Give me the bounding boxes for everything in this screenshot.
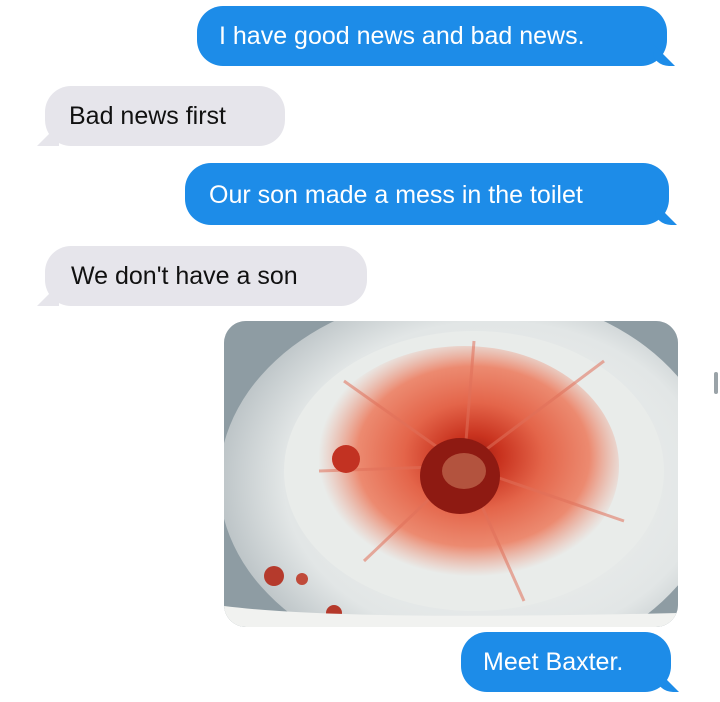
message-text: We don't have a son	[71, 262, 298, 290]
received-message-bubble[interactable]: Bad news first	[45, 86, 285, 146]
image-attachment[interactable]	[224, 321, 678, 627]
sent-message-bubble[interactable]: Our son made a mess in the toilet	[185, 163, 669, 225]
sent-message-bubble[interactable]: I have good news and bad news.	[197, 6, 667, 66]
scroll-indicator	[714, 372, 718, 394]
message-text: Meet Baxter.	[483, 648, 624, 676]
toilet-bowl-photo	[224, 321, 678, 627]
received-message-bubble[interactable]: We don't have a son	[45, 246, 367, 306]
message-text: Bad news first	[69, 102, 227, 130]
message-text: Our son made a mess in the toilet	[209, 181, 583, 209]
message-text: I have good news and bad news.	[219, 22, 585, 50]
sent-message-bubble[interactable]: Meet Baxter.	[461, 632, 671, 692]
message-thread: I have good news and bad news. Bad news …	[0, 0, 720, 702]
